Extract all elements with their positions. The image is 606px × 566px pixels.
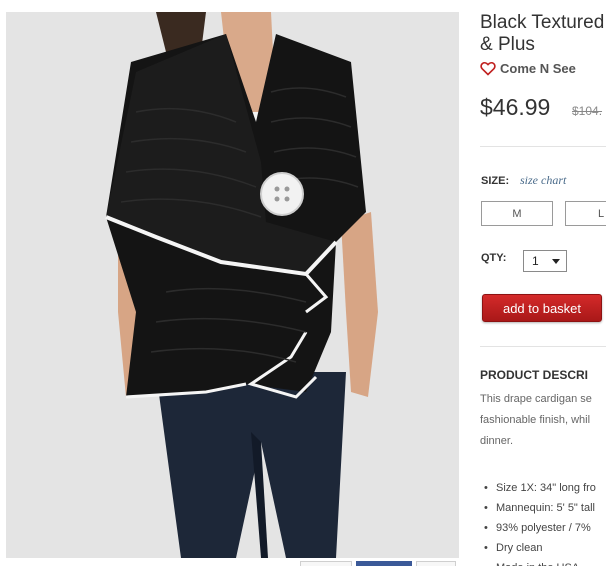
thumbnail-3[interactable]	[416, 561, 456, 566]
list-item: Size 1X: 34" long fro	[480, 478, 606, 498]
product-description-heading: PRODUCT DESCRI	[480, 368, 589, 382]
model-wearing-cardigan-image	[6, 12, 459, 558]
product-title-line-1: Black Textured	[480, 12, 605, 33]
list-item: Made in the USA	[480, 558, 606, 566]
add-to-basket-button[interactable]: add to basket	[482, 294, 602, 322]
size-option-m[interactable]: M	[481, 201, 553, 226]
heart-outline-icon[interactable]	[480, 61, 496, 76]
size-label: SIZE:	[481, 175, 510, 187]
product-title: Black Textured & Plus	[480, 12, 606, 56]
product-image[interactable]	[6, 12, 459, 558]
product-info-panel: Black Textured & Plus Come N See $46.99 …	[480, 0, 606, 566]
product-description-text: This drape cardigan se fashionable finis…	[480, 389, 606, 452]
description-line: dinner.	[480, 435, 514, 447]
quantity-label: QTY:	[481, 252, 507, 264]
list-item: Mannequin: 5' 5" tall	[480, 498, 606, 518]
chevron-down-icon	[552, 258, 560, 264]
brand-name[interactable]: Come N See	[500, 61, 576, 76]
divider	[480, 146, 606, 147]
description-line: This drape cardigan se	[480, 393, 592, 405]
thumbnail-2[interactable]	[356, 561, 412, 566]
divider	[480, 346, 606, 347]
description-line: fashionable finish, whil	[480, 414, 591, 426]
list-item: 93% polyester / 7%	[480, 518, 606, 538]
original-price: $104.	[572, 104, 603, 118]
size-chart-link[interactable]: size chart	[520, 173, 566, 188]
product-details-list: Size 1X: 34" long fro Mannequin: 5' 5" t…	[480, 478, 606, 566]
thumbnail-1[interactable]	[300, 561, 352, 566]
list-item: Dry clean	[480, 538, 606, 558]
size-option-l[interactable]: L	[565, 201, 606, 226]
quantity-select[interactable]: 1	[523, 250, 567, 272]
quantity-value: 1	[532, 254, 539, 268]
brand-link[interactable]: Come N See	[480, 59, 576, 77]
thumbnail-strip	[300, 561, 460, 566]
sale-price: $46.99	[480, 94, 551, 120]
product-title-line-2: & Plus	[480, 34, 535, 55]
product-page: Black Textured & Plus Come N See $46.99 …	[0, 0, 606, 566]
